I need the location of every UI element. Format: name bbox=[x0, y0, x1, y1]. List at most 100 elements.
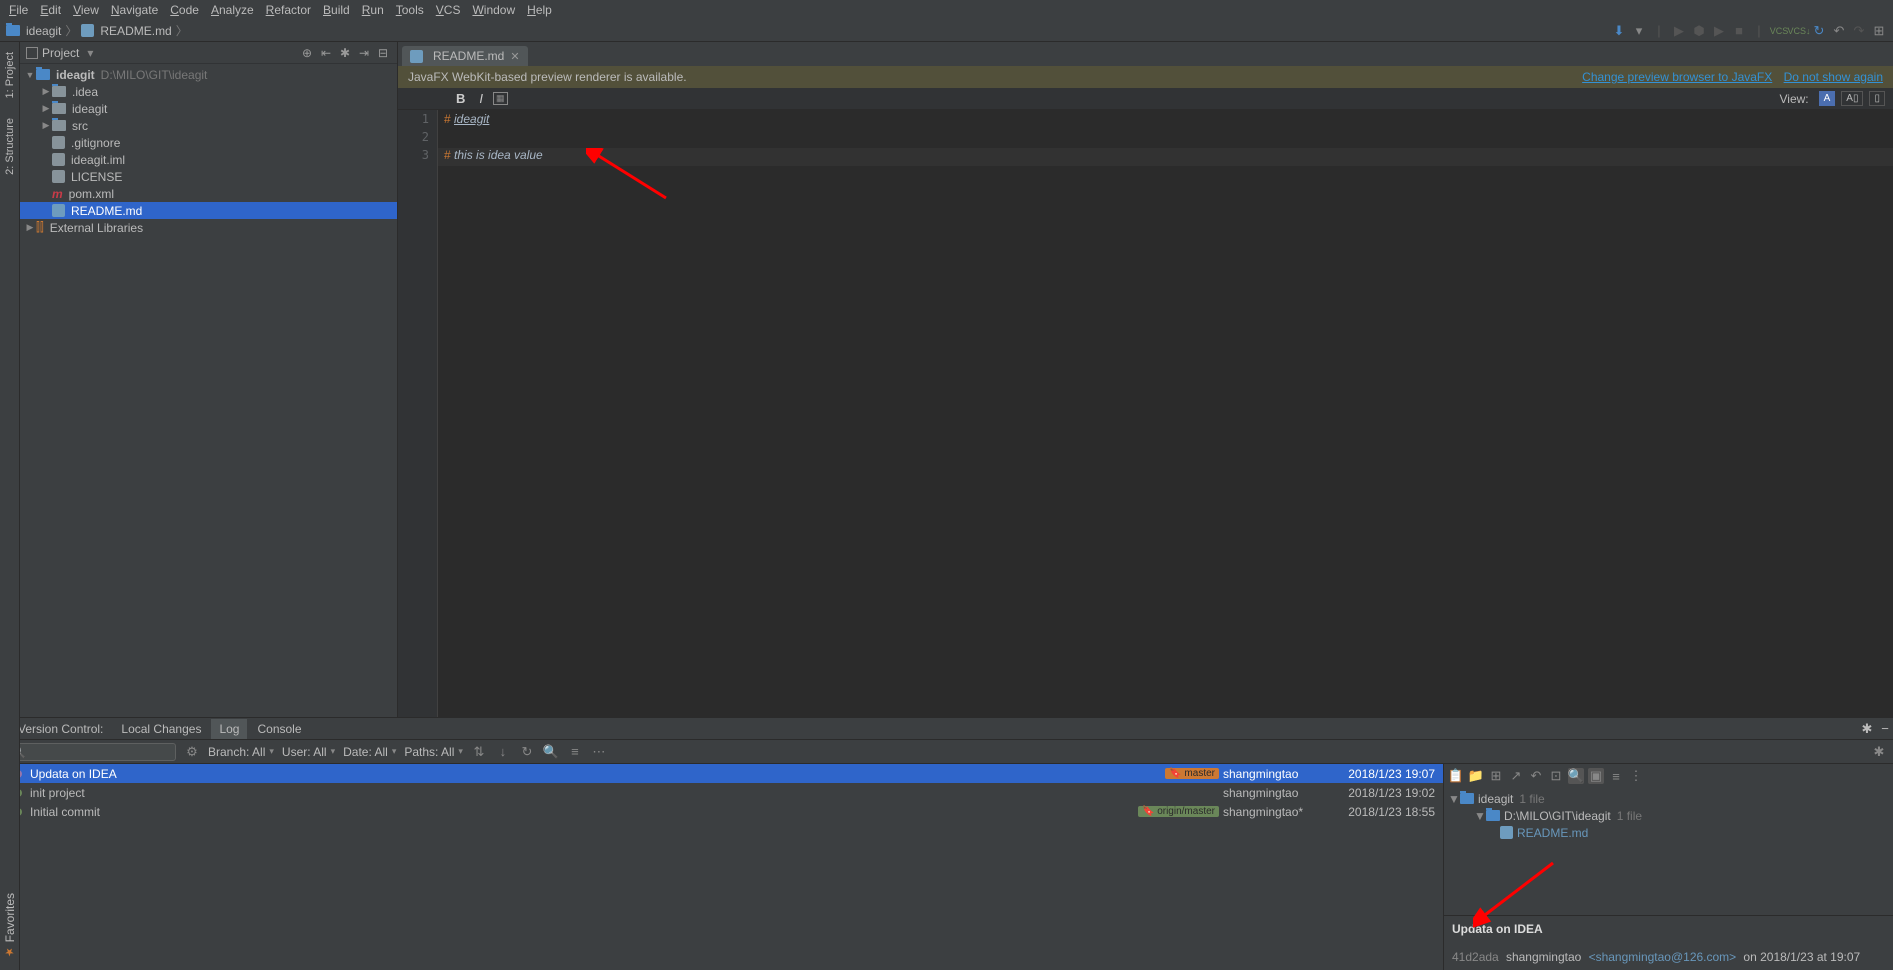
tool-favorites[interactable]: ★ Favorites bbox=[3, 887, 17, 964]
date-filter[interactable]: Date: All bbox=[343, 745, 396, 759]
tree-item[interactable]: .gitignore bbox=[20, 134, 397, 151]
table-button[interactable]: ▦ bbox=[493, 92, 508, 105]
branch-filter[interactable]: Branch: All bbox=[208, 745, 274, 759]
goto-icon[interactable]: 🔍 bbox=[543, 744, 559, 760]
tab-console[interactable]: Console bbox=[249, 719, 309, 739]
version-control-panel: Version Control: Local Changes Log Conso… bbox=[0, 717, 1893, 970]
tab-label: README.md bbox=[433, 49, 504, 63]
commit-row[interactable]: init projectshangmingtao2018/1/23 19:02 bbox=[0, 783, 1443, 802]
gear-icon[interactable]: ✱ bbox=[1859, 721, 1875, 737]
cherry-pick-icon[interactable]: ↓ bbox=[495, 744, 511, 760]
vcs-commit-icon[interactable]: VCS↓ bbox=[1791, 23, 1807, 39]
stop-icon[interactable]: ■ bbox=[1731, 23, 1747, 39]
changed-files-tree[interactable]: ▼ideagit1 file ▼D:\MILO\GIT\ideagit1 fil… bbox=[1444, 788, 1893, 915]
left-gutter-bottom: ★ Favorites bbox=[0, 717, 20, 970]
expand-icon[interactable]: ⇥ bbox=[356, 45, 372, 61]
folder-icon bbox=[6, 25, 20, 36]
dropdown-icon[interactable]: ▾ bbox=[1631, 23, 1647, 39]
intellisort-icon[interactable]: ⇅ bbox=[471, 744, 487, 760]
commit-message: Updata on IDEA 41d2ada shangmingtao <sha… bbox=[1444, 915, 1893, 970]
editor-tab[interactable]: README.md ✕ bbox=[402, 46, 528, 66]
view-split-button[interactable]: A▯ bbox=[1841, 91, 1863, 106]
commit-row[interactable]: Initial commit🔖 origin/mastershangmingta… bbox=[0, 802, 1443, 821]
settings-icon[interactable]: ✱ bbox=[337, 45, 353, 61]
compact-icon[interactable]: ⋮ bbox=[1628, 768, 1644, 784]
breadcrumb-root[interactable]: ideagit bbox=[26, 24, 61, 38]
menu-analyze[interactable]: Analyze bbox=[206, 1, 259, 19]
menu-help[interactable]: Help bbox=[522, 1, 557, 19]
find-icon[interactable]: 🔍 bbox=[1568, 768, 1584, 784]
vc-title: Version Control: bbox=[10, 719, 111, 739]
breadcrumb-file[interactable]: README.md bbox=[100, 24, 171, 38]
menu-window[interactable]: Window bbox=[467, 1, 520, 19]
commit-details: 📋 📁 ⊞ ↗ ↶ ⊡ 🔍 ▣ ≡ ⋮ ▼ideagit1 file ▼D:\M… bbox=[1443, 764, 1893, 970]
panel-title: Project bbox=[42, 46, 79, 60]
debug-icon[interactable]: ⬢ bbox=[1691, 23, 1707, 39]
forward-icon[interactable]: ↷ bbox=[1851, 23, 1867, 39]
regex-icon[interactable]: ⚙ bbox=[184, 744, 200, 760]
menu-edit[interactable]: Edit bbox=[35, 1, 66, 19]
menu-navigate[interactable]: Navigate bbox=[106, 1, 163, 19]
coverage-icon[interactable]: ▶ bbox=[1711, 23, 1727, 39]
tree-item[interactable]: ideagit.iml bbox=[20, 151, 397, 168]
vcs-icon[interactable]: VCS bbox=[1771, 23, 1787, 39]
banner-link-change[interactable]: Change preview browser to JavaFX bbox=[1582, 70, 1772, 84]
view-preview-button[interactable]: ▯ bbox=[1869, 91, 1885, 106]
target-icon[interactable]: ⊕ bbox=[299, 45, 315, 61]
commit-row[interactable]: Updata on IDEA🔖 mastershangmingtao2018/1… bbox=[0, 764, 1443, 783]
search-input[interactable]: 🔍 bbox=[6, 743, 176, 761]
banner-link-dismiss[interactable]: Do not show again bbox=[1784, 70, 1883, 84]
refresh-icon[interactable]: ↻ bbox=[519, 744, 535, 760]
hide-icon[interactable]: ⊟ bbox=[375, 45, 391, 61]
minimize-icon[interactable]: − bbox=[1877, 721, 1893, 737]
bold-button[interactable]: B bbox=[452, 91, 469, 106]
tree-item[interactable]: mpom.xml bbox=[20, 185, 397, 202]
tab-local-changes[interactable]: Local Changes bbox=[113, 719, 209, 739]
italic-button[interactable]: I bbox=[475, 91, 487, 106]
tree-item[interactable]: ▶.idea bbox=[20, 83, 397, 100]
close-tab-icon[interactable]: ✕ bbox=[510, 50, 519, 63]
prev-icon[interactable]: ⊡ bbox=[1548, 768, 1564, 784]
expand-all-icon[interactable]: ⊞ bbox=[1488, 768, 1504, 784]
menu-tools[interactable]: Tools bbox=[391, 1, 429, 19]
run-icon[interactable]: ▶ bbox=[1671, 23, 1687, 39]
revert-icon[interactable]: ↶ bbox=[1528, 768, 1544, 784]
menu-build[interactable]: Build bbox=[318, 1, 355, 19]
structure-icon[interactable]: ⊞ bbox=[1871, 23, 1887, 39]
menu-refactor[interactable]: Refactor bbox=[261, 1, 316, 19]
folder-icon bbox=[1486, 810, 1500, 821]
tab-log[interactable]: Log bbox=[211, 719, 247, 739]
help-icon[interactable]: ≡ bbox=[567, 744, 583, 760]
menu-code[interactable]: Code bbox=[165, 1, 204, 19]
group-icon[interactable]: 📁 bbox=[1468, 768, 1484, 784]
tool-structure[interactable]: 2: Structure bbox=[4, 112, 16, 181]
menu-view[interactable]: View bbox=[68, 1, 104, 19]
menu-vcs[interactable]: VCS bbox=[431, 1, 466, 19]
tree-item[interactable]: ▶ideagit bbox=[20, 100, 397, 117]
next-icon[interactable]: ▣ bbox=[1588, 768, 1604, 784]
commit-list[interactable]: Updata on IDEA🔖 mastershangmingtao2018/1… bbox=[0, 764, 1443, 970]
view-editor-button[interactable]: A bbox=[1819, 91, 1836, 106]
tree-item[interactable]: ▶src bbox=[20, 117, 397, 134]
tree-item[interactable]: LICENSE bbox=[20, 168, 397, 185]
back-icon[interactable]: ↶ bbox=[1831, 23, 1847, 39]
folder-icon bbox=[1460, 793, 1474, 804]
tree-root[interactable]: ▼ideagitD:\MILO\GIT\ideagit bbox=[20, 66, 397, 83]
vcs-update-icon[interactable]: ⬇ bbox=[1611, 23, 1627, 39]
tree-external[interactable]: ▶⫿⫿External Libraries bbox=[20, 219, 397, 236]
menu-file[interactable]: File bbox=[4, 1, 33, 19]
tree-item[interactable]: README.md bbox=[20, 202, 397, 219]
collapse-icon[interactable]: ⇤ bbox=[318, 45, 334, 61]
sync-icon[interactable]: ↻ bbox=[1811, 23, 1827, 39]
user-filter[interactable]: User: All bbox=[282, 745, 335, 759]
show-diff-icon[interactable]: 📋 bbox=[1448, 768, 1464, 784]
settings-icon[interactable]: ✱ bbox=[1871, 744, 1887, 760]
menu-run[interactable]: Run bbox=[357, 1, 389, 19]
paths-filter[interactable]: Paths: All bbox=[404, 745, 463, 759]
log-filter-bar: 🔍 ⚙ Branch: All User: All Date: All Path… bbox=[0, 740, 1893, 764]
collapse-all-icon[interactable]: ↗ bbox=[1508, 768, 1524, 784]
flat-icon[interactable]: ≡ bbox=[1608, 768, 1624, 784]
tool-project[interactable]: 1: Project bbox=[4, 46, 16, 104]
markdown-icon bbox=[81, 24, 94, 37]
more-icon[interactable]: ⋯ bbox=[591, 744, 607, 760]
